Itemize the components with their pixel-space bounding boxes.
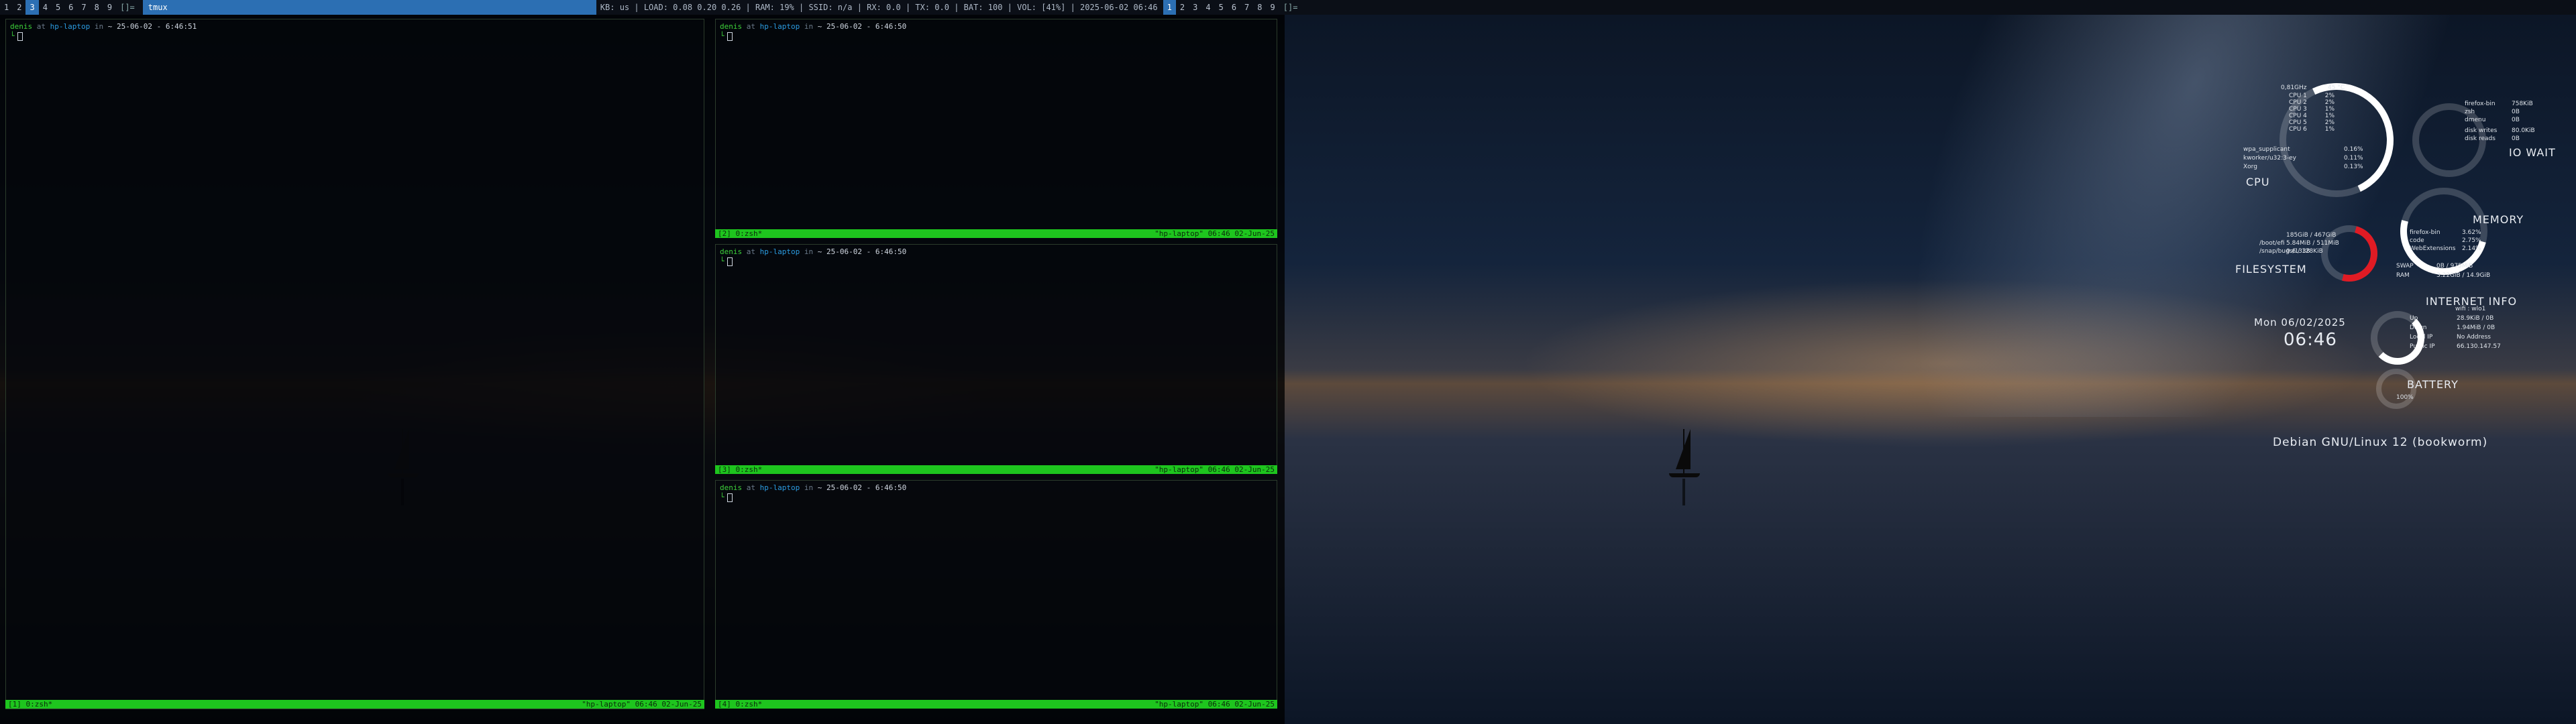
io-disk-reads: disk reads 0B <box>2465 135 2520 142</box>
battery-label: BATTERY <box>2407 378 2459 391</box>
shell-prompt: denis at hp-laptop in ~ 25-06-02 - 6:46:… <box>10 22 197 31</box>
tag-r2[interactable]: 2 <box>1176 0 1189 15</box>
clock-date: Mon 06/02/2025 <box>2254 316 2346 328</box>
tag-7[interactable]: 7 <box>77 0 90 15</box>
cpu-proc-1: wpa_supplicant 0.16% <box>2243 146 2363 153</box>
tag-5[interactable]: 5 <box>52 0 64 15</box>
cpu-proc-2: kworker/u32:3-ey 0.11% <box>2243 155 2363 162</box>
fs-row-2: /boot/efi 5.84MiB / 511MiB <box>2259 240 2339 247</box>
os-name: Debian GNU/Linux 12 (bookworm) <box>2273 436 2488 449</box>
tag-r3[interactable]: 3 <box>1189 0 1201 15</box>
tmux-status-3: [3] 0:zsh* "hp-laptop" 06:46 02-Jun-25 <box>715 465 1277 474</box>
sailboat-right <box>1664 429 1704 509</box>
fs-row-3: /snap/bugs/1338 0.6 / 128KiB <box>2259 248 2323 255</box>
clock-time: 06:46 <box>2284 330 2337 350</box>
cpu-core-6: CPU 6 1% <box>2289 126 2335 133</box>
mem-proc-1: firefox-bin 3.62% <box>2410 229 2481 236</box>
tag-r1[interactable]: 1 <box>1163 0 1176 15</box>
mem-proc-3: WebExtensions 2.14% <box>2410 245 2481 252</box>
tag-r9[interactable]: 9 <box>1267 0 1279 15</box>
text-cursor: └ <box>10 32 23 41</box>
shell-prompt: denis at hp-laptop in ~ 25-06-02 - 6:46:… <box>720 483 907 492</box>
terminal-pane-4[interactable]: denis at hp-laptop in ~ 25-06-02 - 6:46:… <box>715 480 1277 701</box>
tag-r5[interactable]: 5 <box>1215 0 1228 15</box>
window-title: tmux <box>142 0 596 15</box>
tag-3[interactable]: 3 <box>25 0 39 15</box>
tag-6[interactable]: 6 <box>64 0 77 15</box>
shell-prompt: denis at hp-laptop in ~ 25-06-02 - 6:46:… <box>720 247 907 256</box>
filesystem-label: FILESYSTEM <box>2235 263 2307 276</box>
cpu-core-2: CPU 2 2% <box>2289 99 2335 106</box>
tag-r8[interactable]: 8 <box>1253 0 1266 15</box>
battery-percent: 100% <box>2396 394 2414 401</box>
terminal-pane-2[interactable]: denis at hp-laptop in ~ 25-06-02 - 6:46:… <box>715 19 1277 231</box>
cpu-core-1: CPU 1 2% <box>2289 93 2335 99</box>
network-interface: wifi : wlo1 <box>2455 306 2486 312</box>
terminal-pane-3[interactable]: denis at hp-laptop in ~ 25-06-02 - 6:46:… <box>715 244 1277 467</box>
terminal-pane-1[interactable]: denis at hp-laptop in ~ 25-06-02 - 6:46:… <box>5 19 704 709</box>
cpu-core-4: CPU 4 1% <box>2289 113 2335 119</box>
io-wait-label: IO WAIT <box>2509 146 2556 159</box>
tmux-status-4: [4] 0:zsh* "hp-laptop" 06:46 02-Jun-25 <box>715 700 1277 709</box>
system-status: KB: us | LOAD: 0.08 0.20 0.26 | RAM: 19%… <box>600 3 1158 12</box>
layout-indicator[interactable]: []= <box>116 0 139 15</box>
tag-4[interactable]: 4 <box>39 0 52 15</box>
io-proc-1: firefox-bin 758KiB <box>2465 101 2533 107</box>
io-proc-3: dmenu 0B <box>2465 117 2520 123</box>
cpu-label: CPU <box>2246 176 2270 188</box>
io-proc-2: zsh 0B <box>2465 109 2520 115</box>
tmux-status-1: [1] 0:zsh* "hp-laptop" 06:46 02-Jun-25 <box>5 700 704 709</box>
tmux-status-2: [2] 0:zsh* "hp-laptop" 06:46 02-Jun-25 <box>715 229 1277 238</box>
tag-8[interactable]: 8 <box>91 0 103 15</box>
workspace-tags-left: 1 2 3 4 5 6 7 8 9 []= <box>0 0 139 15</box>
tag-9[interactable]: 9 <box>103 0 116 15</box>
layout-indicator-right[interactable]: []= <box>1279 0 1302 15</box>
io-disk-writes: disk writes 80.0KiB <box>2465 127 2535 134</box>
top-status-bar: 1 2 3 4 5 6 7 8 9 []= tmux KB: us | LOAD… <box>0 0 2576 15</box>
cpu-frequency: 0,81GHz <box>2281 84 2307 91</box>
mem-proc-2: code 2.75% <box>2410 237 2481 244</box>
text-cursor: └ <box>720 493 733 502</box>
cpu-core-5: CPU 5 2% <box>2289 119 2335 126</box>
tag-2[interactable]: 2 <box>13 0 25 15</box>
workspace-tags-right: 1 2 3 4 5 6 7 8 9 []= <box>1163 0 1302 15</box>
tag-1[interactable]: 1 <box>0 0 13 15</box>
text-cursor: └ <box>720 32 733 41</box>
conky-system-monitor: 0,81GHz 45 °C CPU 1 2% CPU 2 2% CPU 3 1%… <box>2227 67 2563 463</box>
tag-r6[interactable]: 6 <box>1228 0 1240 15</box>
shell-prompt: denis at hp-laptop in ~ 25-06-02 - 6:46:… <box>720 22 907 31</box>
clock-arc <box>2371 311 2424 365</box>
mem-swap: SWAP 0B / 975MiB <box>2396 263 2473 269</box>
cpu-temperature: 45 °C <box>2328 84 2345 91</box>
cpu-proc-3: Xorg 0.13% <box>2243 164 2363 170</box>
tag-r4[interactable]: 4 <box>1201 0 1214 15</box>
cpu-core-3: CPU 3 1% <box>2289 106 2335 113</box>
memory-label: MEMORY <box>2473 213 2524 226</box>
tag-r7[interactable]: 7 <box>1240 0 1253 15</box>
text-cursor: └ <box>720 257 733 266</box>
mem-ram: RAM 3.22GiB / 14.9GiB <box>2396 272 2491 279</box>
